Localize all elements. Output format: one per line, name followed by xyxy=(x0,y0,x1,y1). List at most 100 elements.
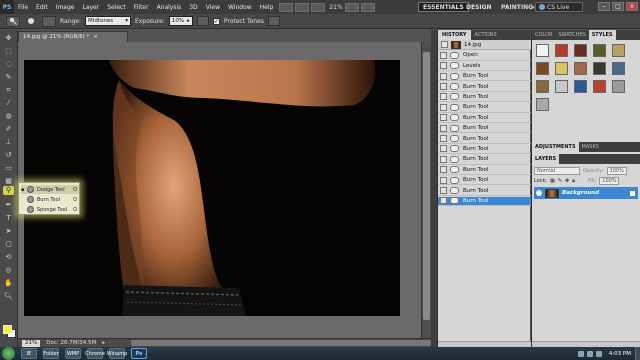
tab-color[interactable]: COLOR xyxy=(532,30,555,40)
foreground-color-swatch[interactable] xyxy=(3,325,12,334)
tab-history[interactable]: HISTORY xyxy=(438,30,471,40)
exposure-field[interactable]: 10% ▸ xyxy=(168,16,193,26)
3d-rotate-tool-icon[interactable]: ⟲ xyxy=(3,253,14,262)
taskbar-app-photoshop[interactable]: Ps xyxy=(131,348,147,359)
flyout-item-burn-tool[interactable]: Burn Tool O xyxy=(21,195,79,204)
quick-selection-tool-icon[interactable]: ✎ xyxy=(3,73,14,82)
history-source-box[interactable] xyxy=(440,83,447,91)
menu-3d[interactable]: 3D xyxy=(185,4,201,11)
history-source-box[interactable] xyxy=(440,93,447,101)
zoom-tool-icon[interactable]: 🔍︎ xyxy=(3,292,14,301)
pen-tool-icon[interactable]: ✒ xyxy=(3,201,14,210)
history-source-box[interactable] xyxy=(440,197,447,205)
gradient-tool-icon[interactable]: ▦ xyxy=(3,177,14,186)
minimize-button[interactable]: – xyxy=(598,2,610,11)
history-step[interactable]: Burn Tool xyxy=(438,165,531,176)
history-source-box[interactable] xyxy=(441,41,448,48)
start-button[interactable] xyxy=(2,347,15,360)
tab-actions[interactable]: ACTIONS xyxy=(471,30,501,40)
history-source-box[interactable] xyxy=(440,187,447,195)
hand-tool-icon[interactable]: ✋ xyxy=(3,279,14,288)
style-swatch[interactable] xyxy=(555,44,568,57)
history-step[interactable]: Levels xyxy=(438,61,531,72)
style-swatch[interactable] xyxy=(612,62,625,75)
move-tool-icon[interactable]: ✥ xyxy=(3,34,14,43)
marquee-tool-icon[interactable]: ⬚ xyxy=(3,47,14,56)
style-swatch[interactable] xyxy=(555,80,568,93)
history-step[interactable]: Burn Tool xyxy=(438,196,531,207)
history-step[interactable]: Burn Tool xyxy=(438,134,531,144)
layer-row-background[interactable]: Background xyxy=(534,187,638,199)
show-desktop-button[interactable] xyxy=(635,347,640,360)
style-swatch[interactable] xyxy=(536,80,549,93)
status-zoom-field[interactable]: 21% xyxy=(22,339,41,347)
crop-tool-icon[interactable]: ⌗ xyxy=(3,86,14,95)
type-tool-icon[interactable]: T xyxy=(3,214,14,223)
flyout-item-sponge-tool[interactable]: Sponge Tool O xyxy=(21,205,79,214)
style-swatch[interactable] xyxy=(555,62,568,75)
style-swatch[interactable] xyxy=(593,44,606,57)
tray-volume-icon[interactable] xyxy=(595,350,602,357)
style-swatch[interactable] xyxy=(593,62,606,75)
tab-masks[interactable]: MASKS xyxy=(579,142,602,152)
maximize-button[interactable]: □ xyxy=(612,2,624,11)
workspace-design[interactable]: DESIGN xyxy=(462,2,496,12)
style-swatch[interactable] xyxy=(536,44,549,57)
flyout-item-dodge-tool[interactable]: ▪ Dodge Tool O xyxy=(21,185,79,194)
tray-network-icon[interactable] xyxy=(586,350,593,357)
menu-analysis[interactable]: Analysis xyxy=(153,4,186,11)
history-source-box[interactable] xyxy=(440,72,447,80)
taskbar-app-ie[interactable]: IE xyxy=(21,348,37,359)
history-step[interactable]: Open xyxy=(438,51,531,61)
history-source-box[interactable] xyxy=(440,135,447,143)
menu-layer[interactable]: Layer xyxy=(78,4,103,11)
style-swatch[interactable] xyxy=(574,80,587,93)
history-step[interactable]: Burn Tool xyxy=(438,82,531,92)
status-menu-arrow-icon[interactable]: ▸ xyxy=(102,340,105,346)
mini-bridge-button[interactable] xyxy=(295,2,310,12)
style-swatch[interactable] xyxy=(612,80,625,93)
history-source-box[interactable] xyxy=(440,62,447,70)
history-step[interactable]: Burn Tool xyxy=(438,103,531,113)
history-source-box[interactable] xyxy=(440,124,447,132)
doc-size-info[interactable]: Doc: 26.7M/34.5M xyxy=(46,340,96,346)
history-source-box[interactable] xyxy=(440,176,447,184)
style-swatch[interactable] xyxy=(574,62,587,75)
clock[interactable]: 4:03 PM xyxy=(609,351,631,357)
menu-help[interactable]: Help xyxy=(256,4,278,11)
history-step[interactable]: Burn Tool xyxy=(438,124,531,134)
menu-edit[interactable]: Edit xyxy=(32,4,52,11)
history-brush-tool-icon[interactable]: ↺ xyxy=(3,151,14,160)
close-button[interactable]: × xyxy=(626,2,638,11)
hand-tool-button[interactable] xyxy=(344,2,359,12)
eye-icon[interactable] xyxy=(536,190,542,196)
history-source-box[interactable] xyxy=(440,166,447,174)
history-snapshot[interactable]: 14.jpg xyxy=(438,40,531,50)
protect-tones-checkbox[interactable]: ✓ xyxy=(212,17,220,25)
opacity-field[interactable]: 100% xyxy=(606,167,627,175)
style-swatch[interactable] xyxy=(593,80,606,93)
lock-all-icon[interactable]: 🔒︎ xyxy=(572,178,575,184)
tab-layers[interactable]: LAYERS xyxy=(532,154,560,164)
taskbar-app-chrome[interactable]: Chrome xyxy=(85,348,105,359)
menu-window[interactable]: Window xyxy=(224,4,256,11)
zoom-level-menu[interactable]: 21% xyxy=(329,4,342,11)
taskbar-app-wmp[interactable]: WMP xyxy=(65,348,81,359)
style-swatch[interactable] xyxy=(536,62,549,75)
history-step[interactable]: Burn Tool xyxy=(438,155,531,165)
menu-select[interactable]: Select xyxy=(103,4,130,11)
brush-tool-icon[interactable]: ✐ xyxy=(3,125,14,134)
tray-flag-icon[interactable] xyxy=(577,350,584,357)
path-selection-tool-icon[interactable]: ➤ xyxy=(3,227,14,236)
screen-mode-button[interactable] xyxy=(360,2,375,12)
style-swatch[interactable] xyxy=(536,98,549,111)
tab-styles[interactable]: STYLES xyxy=(588,30,616,40)
style-swatch[interactable] xyxy=(574,44,587,57)
scrollbar-thumb[interactable] xyxy=(423,52,430,320)
menu-image[interactable]: Image xyxy=(52,4,79,11)
dodge-tool-icon[interactable]: ⚲ xyxy=(3,186,14,195)
history-step[interactable]: Burn Tool xyxy=(438,72,531,82)
brush-panel-button[interactable] xyxy=(42,15,56,27)
taskbar-app-winamp[interactable]: Winamp xyxy=(107,348,127,359)
history-step[interactable]: Burn Tool xyxy=(438,113,531,124)
